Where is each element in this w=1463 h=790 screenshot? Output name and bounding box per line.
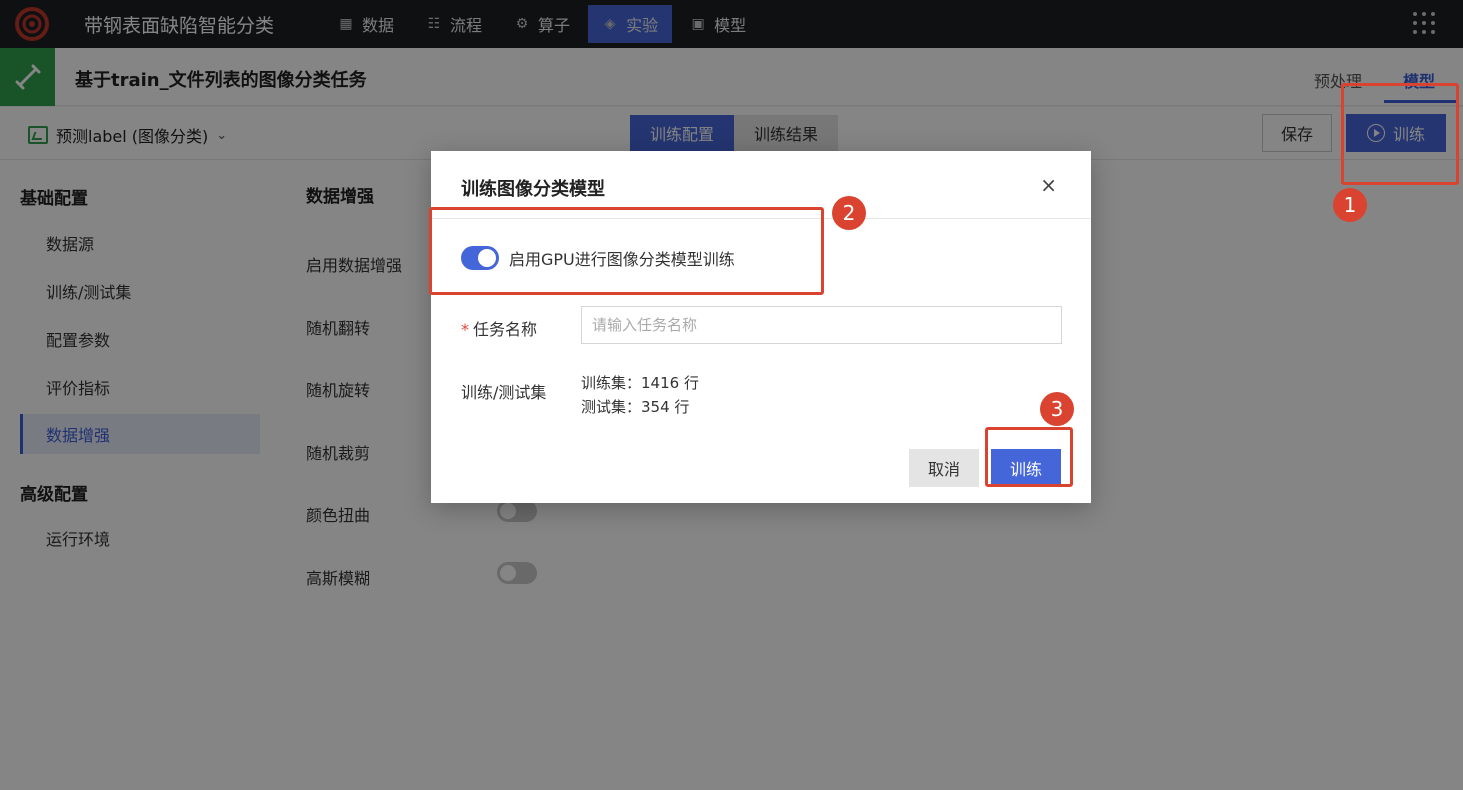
split-label: 训练/测试集 (461, 383, 547, 402)
callout-box-2 (429, 207, 824, 295)
cancel-button[interactable]: 取消 (909, 449, 979, 487)
test-set-count: 测试集：354 行 (581, 398, 690, 416)
task-name-label: * 任务名称 (461, 320, 538, 339)
callout-box-3 (985, 427, 1073, 487)
callout-number-1: 1 (1333, 188, 1367, 222)
train-set-count: 训练集：1416 行 (581, 374, 699, 392)
task-name-input[interactable] (581, 306, 1062, 344)
callout-number-2: 2 (832, 196, 866, 230)
dialog-title: 训练图像分类模型 (461, 179, 605, 200)
required-mark: * (461, 320, 469, 339)
callout-box-1 (1341, 83, 1459, 185)
close-icon[interactable]: × (1040, 175, 1057, 195)
callout-number-3: 3 (1040, 392, 1074, 426)
